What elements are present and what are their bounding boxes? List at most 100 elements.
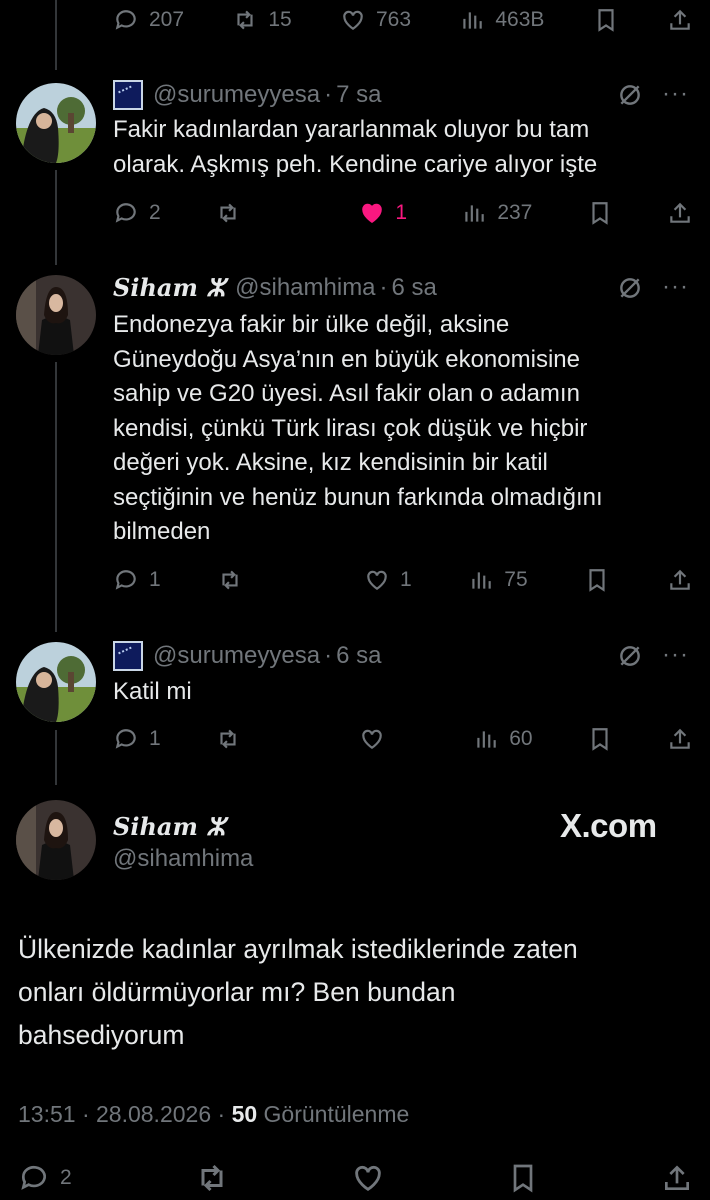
share-button[interactable] [667,7,693,33]
display-name[interactable]: Siham ⵣ [113,273,225,302]
views-button[interactable]: 60 [473,726,533,752]
tweet-text-line: sahip ve G20 üyesi. Asıl fakir olan o ad… [113,380,580,407]
like-icon [355,1165,382,1192]
views-icon [472,572,492,589]
repost-count: 15 [268,8,292,31]
reply-count: 207 [149,8,185,31]
bookmark-icon [589,569,605,592]
timestamp[interactable]: 6 sa [392,274,437,302]
like-button[interactable]: 1 [364,567,412,593]
repost-icon [220,729,236,749]
repost-icon [222,570,238,590]
reply-count: 1 [149,568,161,591]
repost-button[interactable]: 15 [232,7,292,33]
share-button[interactable] [667,200,693,226]
views-button[interactable]: 75 [468,567,528,593]
grok-icon[interactable] [617,643,643,674]
like-button[interactable]: 1 [359,200,407,226]
avatar-image [16,275,96,355]
thread-line [55,730,57,785]
share-icon [670,202,690,223]
like-button[interactable] [359,726,419,752]
tweet-text-line: Fakir kadınlardan yararlanmak oluyor bu … [113,116,590,143]
views-button[interactable]: 463B [459,7,544,33]
display-name[interactable]: Siham ⵣ [113,812,225,841]
repost-icon [201,1164,223,1192]
avatar[interactable] [16,83,96,163]
bookmark-button[interactable] [587,200,613,226]
like-count: 1 [399,568,412,591]
grok-icon[interactable] [617,82,643,113]
tweet-text-line: onları öldürmüyorlar mı? Ben bundan [18,977,456,1007]
bookmark-icon [592,728,608,751]
views-button[interactable]: 237 [461,200,532,226]
like-button[interactable]: 763 [340,7,411,33]
share-button[interactable] [661,1162,693,1194]
share-icon [670,569,690,590]
bookmark-button[interactable] [584,567,610,593]
reply-button[interactable]: 2 [113,200,161,226]
user-handle[interactable]: @sihamhima [235,274,375,302]
thread-line [55,362,57,632]
bookmark-button[interactable] [593,7,619,33]
repost-button[interactable] [215,200,305,226]
timestamp[interactable]: 7 sa [336,81,381,109]
prev-tweet-actions: 207 15 763 463B [113,4,693,36]
avatar[interactable] [16,642,96,722]
tweet-text-line: kendisi, çünkü Türk lirası çok düşük ve … [113,414,588,442]
reply-icon [115,203,136,223]
separator: · [324,81,333,108]
reply-icon [115,729,136,749]
views-count: 237 [497,201,533,224]
tweet-text-line: değeri yok. Aksine, kız kendisinin bir k… [113,449,548,476]
share-button[interactable] [667,726,693,752]
reply-button[interactable]: 207 [113,7,184,33]
bookmark-button[interactable] [507,1162,539,1194]
tweet-header: @surumeyyesa · 7 sa [113,80,381,110]
grok-icon[interactable] [617,275,643,306]
tweet-text: Fakir kadınlardan yararlanmak oluyor bu … [113,113,693,182]
timestamp[interactable]: 6 sa [336,642,381,670]
like-count: 763 [376,8,412,31]
reply-button[interactable]: 1 [113,726,161,752]
tweet-text: Endonezya fakir bir ülke değil, aksine G… [113,308,693,550]
x-com-logo: X.com [560,807,657,844]
timestamp[interactable]: 13:51 · 28.08.2026 · [18,1101,232,1127]
like-button[interactable] [351,1161,385,1195]
reply-button[interactable]: 1 [113,567,161,593]
user-handle[interactable]: @sihamhima [113,845,253,873]
repost-button[interactable] [217,567,307,593]
share-icon [665,1165,689,1190]
avatar-image [16,800,96,880]
flag-icon [113,641,143,671]
like-icon [362,203,383,223]
avatar[interactable] [16,800,96,880]
tweet-text-line: Ülkenizde kadınlar ayrılmak istediklerin… [18,934,578,964]
user-handle[interactable]: @surumeyyesa [153,642,320,670]
more-icon[interactable]: ··· [662,641,689,669]
more-icon[interactable]: ··· [662,80,689,108]
like-icon [343,10,363,30]
repost-button[interactable] [194,1160,230,1196]
share-button[interactable] [667,567,693,593]
view-count: 50 [231,1101,258,1127]
user-handle[interactable]: @surumeyyesa [153,81,320,109]
reply-button[interactable]: 2 [18,1162,72,1194]
share-icon [670,728,690,749]
bookmark-icon [513,1164,533,1193]
avatar[interactable] [16,275,96,355]
separator: · [324,642,333,669]
views-icon [465,205,485,222]
tweet-actions: 2 1 237 [113,197,693,229]
tweet-text-line: bilmeden [113,518,211,545]
repost-button[interactable] [215,726,305,752]
views-icon [463,12,483,29]
tweet-text-line: Güneydoğu Asya’nın en büyük ekonomisine [113,345,580,373]
flag-icon [113,80,143,110]
separator: · [379,273,388,301]
reply-icon [115,570,136,590]
like-count: 1 [395,201,407,224]
more-icon[interactable]: ··· [662,273,689,301]
bookmark-button[interactable] [587,726,613,752]
tweet-text-line: bahsediyorum [18,1020,185,1050]
